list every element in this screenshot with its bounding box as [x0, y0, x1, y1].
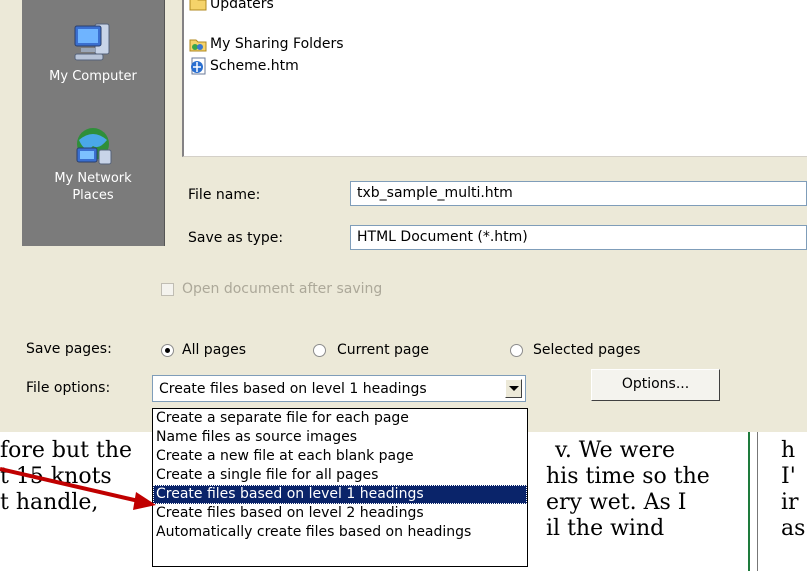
annotation-arrow [0, 467, 156, 510]
arrow-head [133, 492, 156, 510]
arrow-shaft [0, 467, 144, 504]
